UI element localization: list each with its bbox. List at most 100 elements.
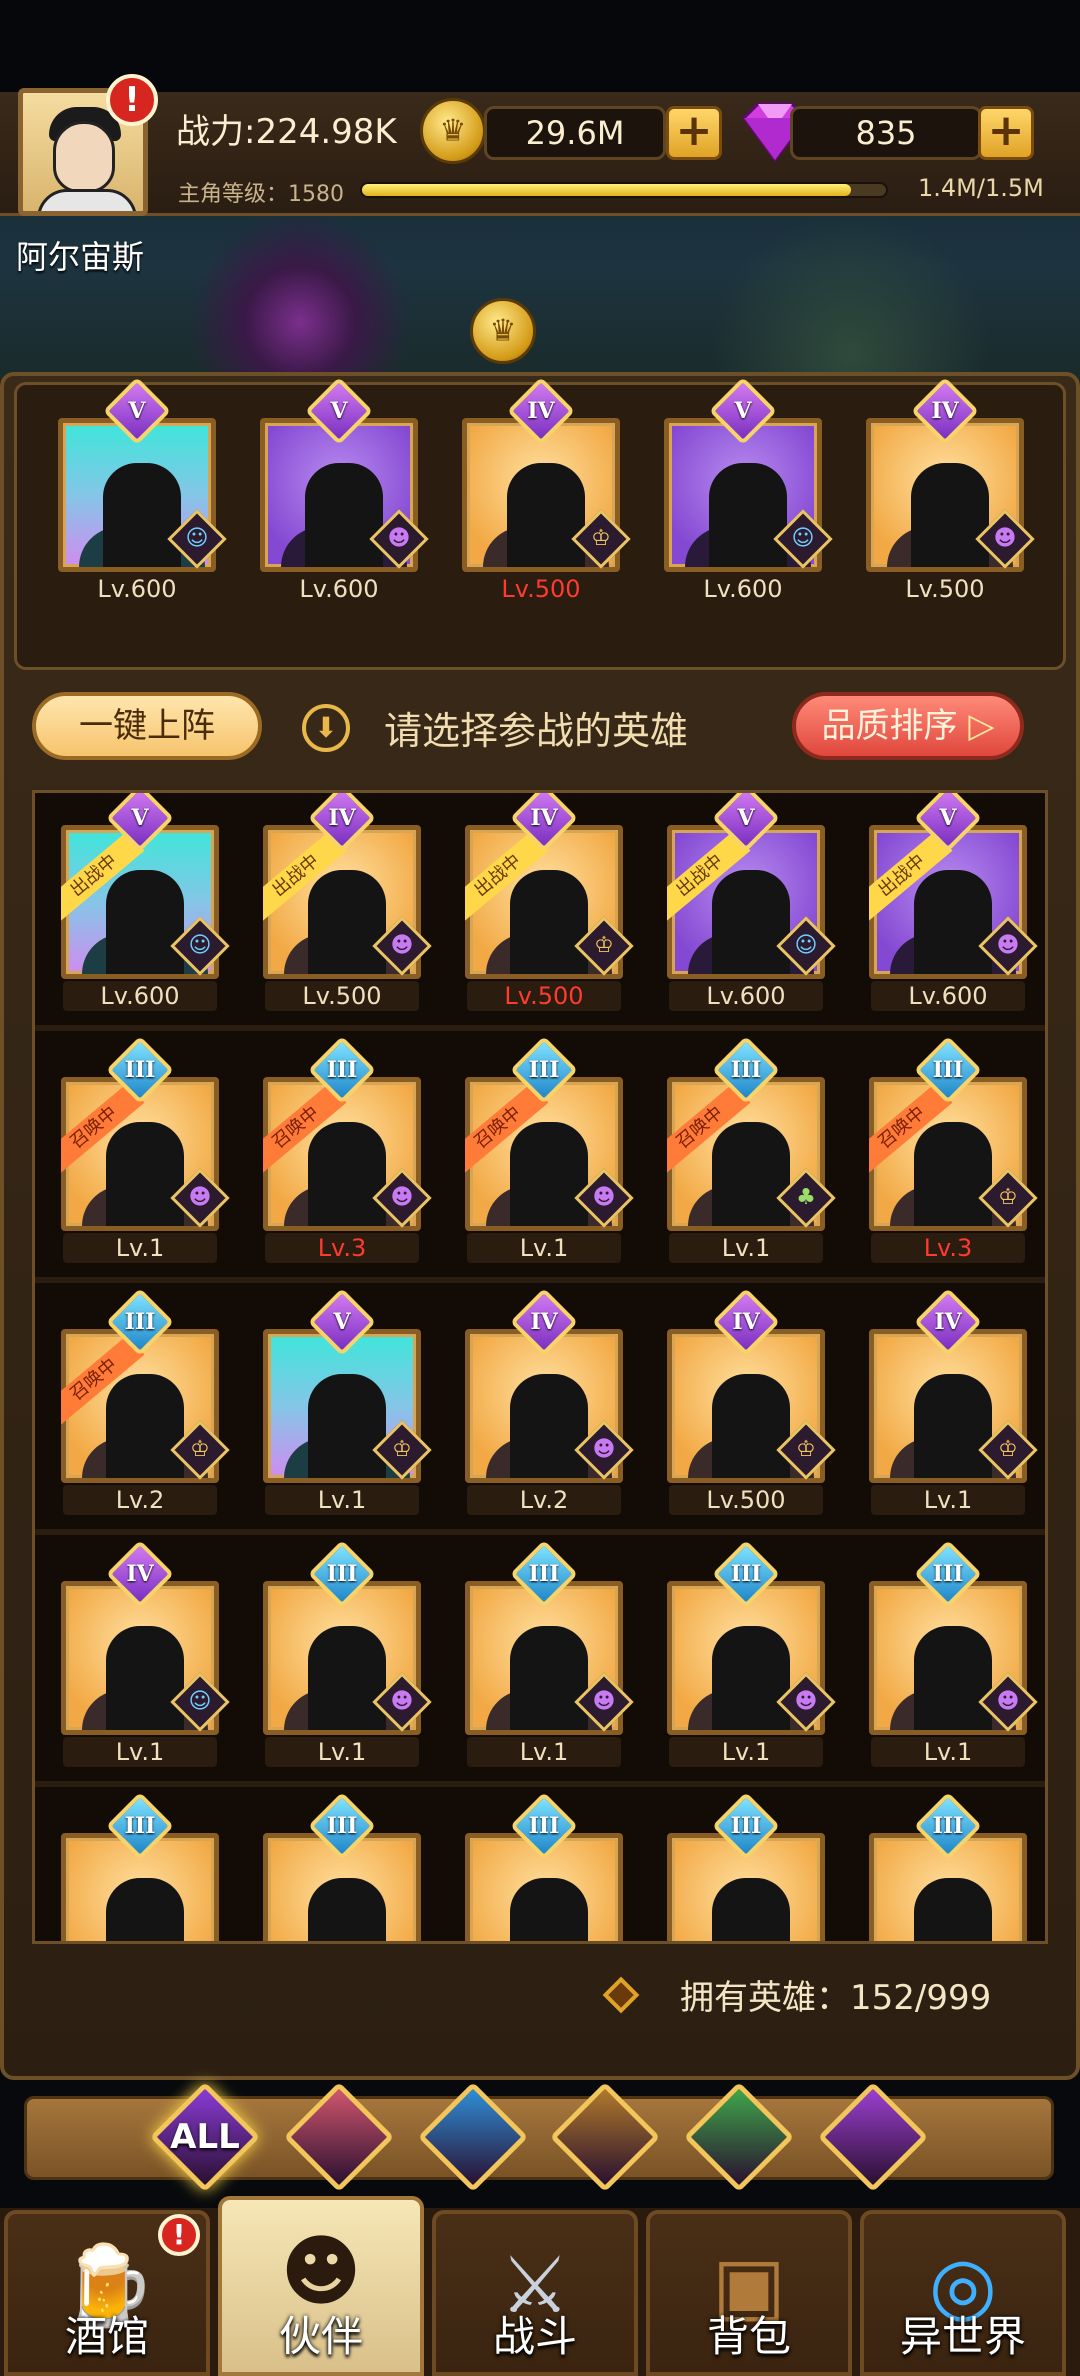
top-black-band — [0, 0, 1080, 92]
roster-hero-card[interactable]: IV ☺ Lv.1 — [61, 1540, 230, 1767]
demon-faction-icon[interactable] — [817, 2081, 929, 2193]
faction-glyph: ♔ — [392, 1437, 412, 1462]
hero-level: Lv.1 — [871, 1485, 1025, 1515]
rank-badge-icon: III — [308, 1036, 376, 1104]
roster-hero-card[interactable]: 出战中 V ☻ Lv.600 — [869, 793, 1038, 1011]
faction-glyph: ♔ — [594, 933, 614, 958]
rank-badge-icon: III — [106, 1036, 174, 1104]
hero-level: Lv.1 — [63, 1737, 217, 1767]
roster-hero-card[interactable]: 召唤中 III ☻ Lv.1 — [61, 1036, 230, 1263]
down-arrow-icon: ⬇ — [302, 704, 350, 752]
roster-hero-card[interactable]: 召唤中 III ♔ Lv.2 — [61, 1288, 230, 1515]
faction-glyph: ♔ — [190, 1437, 210, 1462]
gem-amount: 835 — [790, 106, 982, 160]
blue-faction-icon: ☺ — [776, 916, 836, 976]
hero-level: Lv.2 — [467, 1485, 621, 1515]
roster-row-divider — [35, 1025, 1045, 1031]
roster-hero-card[interactable]: IV ♔ Lv.1 — [869, 1288, 1038, 1515]
roster-hero-card[interactable]: III — [61, 1792, 219, 1941]
purple-faction-icon: ☻ — [978, 916, 1038, 976]
quality-sort-label: 品质排序 — [821, 706, 958, 746]
rank-badge-icon: IV — [507, 377, 575, 445]
scene-coin-icon[interactable]: ♛ — [470, 298, 536, 364]
hero-level: Lv.1 — [467, 1737, 621, 1767]
roster-hero-card[interactable]: IV ☻ Lv.2 — [465, 1288, 634, 1515]
gold-amount: 29.6M — [484, 106, 666, 160]
hero-level: Lv.500 — [669, 1485, 823, 1515]
nav-tab-1[interactable]: ☻ 伙伴 — [218, 2196, 424, 2376]
elf-faction-icon[interactable] — [683, 2081, 795, 2193]
rank-badge-icon: III — [914, 1036, 982, 1104]
quality-sort-button[interactable]: 品质排序 ▷ — [792, 692, 1024, 760]
roster-hero-card[interactable]: III — [869, 1792, 1027, 1941]
purple-faction-icon: ☻ — [776, 1672, 836, 1732]
faction-glyph: ☺ — [791, 526, 815, 551]
beast-faction-icon[interactable] — [549, 2081, 661, 2193]
rank-badge-icon: III — [510, 1540, 578, 1608]
hero-level: Lv.3 — [871, 1233, 1025, 1263]
faction-glyph: ☻ — [592, 1437, 616, 1462]
avatar-face — [53, 121, 115, 193]
auto-deploy-button[interactable]: 一键上阵 — [32, 692, 262, 760]
team-hero-card[interactable]: IV ☻ Lv.500 — [866, 377, 1035, 604]
roster-hero-card[interactable]: III — [263, 1792, 421, 1941]
rank-numeral: V — [939, 805, 957, 831]
team-hero-card[interactable]: V ☻ Lv.600 — [260, 377, 429, 604]
hero-silhouette — [712, 1878, 790, 1941]
hero-level: Lv.600 — [669, 981, 823, 1011]
rank-numeral: III — [326, 1813, 358, 1839]
rank-numeral: IV — [328, 805, 356, 831]
rank-badge-icon: III — [510, 1792, 578, 1860]
rank-numeral: IV — [931, 398, 959, 424]
add-gems-button[interactable]: + — [978, 106, 1034, 160]
rank-numeral: III — [932, 1813, 964, 1839]
roster-hero-card[interactable]: 召唤中 III ♔ Lv.3 — [869, 1036, 1038, 1263]
faction-glyph: ♔ — [998, 1185, 1018, 1210]
hero-silhouette — [914, 1878, 992, 1941]
hero-level: Lv.3 — [265, 1233, 419, 1263]
warrior-faction-icon[interactable] — [283, 2081, 395, 2193]
roster-hero-card[interactable]: III — [465, 1792, 623, 1941]
roster-hero-card[interactable]: V ♔ Lv.1 — [263, 1288, 432, 1515]
faction-glyph: ☻ — [996, 933, 1020, 958]
nav-tab-4[interactable]: ◎ 异世界 — [860, 2210, 1066, 2376]
roster-hero-card[interactable]: 出战中 V ☺ Lv.600 — [667, 793, 836, 1011]
hero-level: Lv.2 — [63, 1485, 217, 1515]
faction-glyph: ☻ — [390, 933, 414, 958]
roster-hero-card[interactable]: III ☻ Lv.1 — [465, 1540, 634, 1767]
roster-hero-card[interactable]: 召唤中 III ☻ Lv.3 — [263, 1036, 432, 1263]
gold-faction-icon: ♔ — [574, 916, 634, 976]
hero-roster-grid[interactable]: 出战中 V ☺ Lv.600 出战中 IV ☻ Lv.500 出战中 IV ♔ Lv.500 出战中 V ☺… — [32, 790, 1048, 1944]
roster-hero-card[interactable]: III ☻ Lv.1 — [869, 1540, 1038, 1767]
hero-shoulders — [688, 1942, 814, 1944]
faction-glyph: ☻ — [390, 1689, 414, 1714]
add-gold-button[interactable]: + — [666, 106, 722, 160]
team-hero-card[interactable]: V ☺ Lv.600 — [58, 377, 227, 604]
purple-faction-icon: ☻ — [372, 1168, 432, 1228]
roster-hero-card[interactable]: IV ♔ Lv.500 — [667, 1288, 836, 1515]
rank-numeral: III — [528, 1057, 560, 1083]
roster-hero-card[interactable]: 召唤中 III ☻ Lv.1 — [465, 1036, 634, 1263]
roster-hero-card[interactable]: 出战中 IV ♔ Lv.500 — [465, 793, 634, 1011]
merfolk-faction-icon[interactable] — [417, 2081, 529, 2193]
roster-hero-card[interactable]: 召唤中 III ♣ Lv.1 — [667, 1036, 836, 1263]
all-filter-icon[interactable]: ALL — [149, 2081, 261, 2193]
faction-glyph: ☻ — [188, 1185, 212, 1210]
roster-hero-card[interactable]: 出战中 IV ☻ Lv.500 — [263, 793, 432, 1011]
tavern-alert-icon: ! — [158, 2214, 200, 2256]
rank-numeral: IV — [732, 1309, 760, 1335]
roster-hero-card[interactable]: III — [667, 1792, 825, 1944]
player-name: 阿尔宙斯 — [16, 238, 145, 276]
blue-faction-icon: ☺ — [167, 509, 227, 569]
purple-faction-icon: ☻ — [978, 1672, 1038, 1732]
team-hero-card[interactable]: IV ♔ Lv.500 — [462, 377, 631, 604]
roster-hero-card[interactable]: III ☻ Lv.1 — [667, 1540, 836, 1767]
nav-tab-0[interactable]: 🍺 酒馆! — [4, 2210, 210, 2376]
nav-tab-label: 背包 — [706, 2312, 791, 2361]
roster-hero-card[interactable]: 出战中 V ☺ Lv.600 — [61, 793, 230, 1011]
nav-tab-2[interactable]: ⚔ 战斗 — [432, 2210, 638, 2376]
team-hero-card[interactable]: V ☺ Lv.600 — [664, 377, 833, 604]
nav-tab-3[interactable]: ▣ 背包 — [646, 2210, 852, 2376]
roster-hero-card[interactable]: III ☻ Lv.1 — [263, 1540, 432, 1767]
hero-level: Lv.500 — [467, 981, 621, 1011]
